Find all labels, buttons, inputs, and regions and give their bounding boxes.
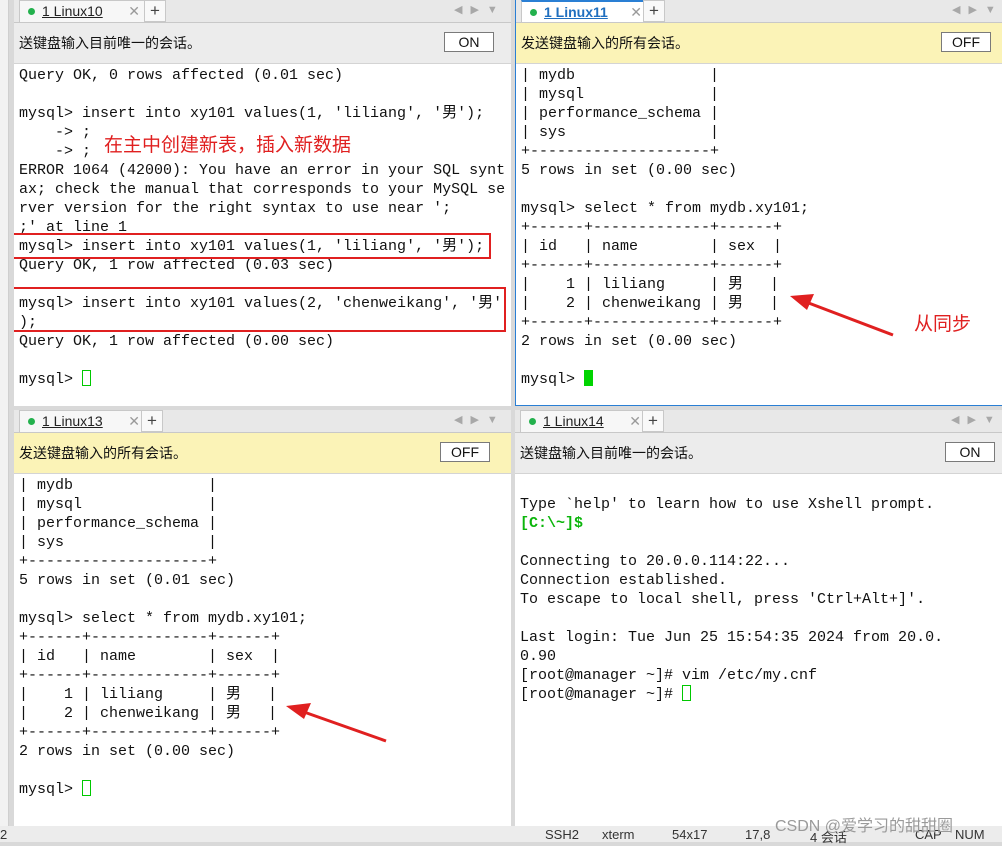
- annotation-create-table-note: 在主中创建新表，插入新数据: [104, 135, 352, 156]
- annotation-arrow-icon: [286, 703, 387, 743]
- terminal-line: rver version for the right syntax to use…: [19, 200, 452, 217]
- broadcast-toggle-button[interactable]: ON: [945, 442, 995, 462]
- tab-linux10[interactable]: 1 Linux10 ✕: [19, 0, 147, 22]
- terminal-line: Connection established.: [520, 572, 728, 589]
- left-sidebar-edge: [0, 0, 9, 826]
- terminal-pane-linux14[interactable]: 1 Linux14 ✕ + ◀▶▼ 送键盘输入目前唯一的会话。 ON Type …: [515, 410, 1002, 826]
- close-tab-icon[interactable]: ✕: [128, 1, 140, 21]
- status-num-lock: NUM: [955, 827, 985, 842]
- tab-nav-arrows-icon[interactable]: ◀▶▼: [454, 3, 506, 16]
- terminal-line: Connecting to 20.0.0.114:22...: [520, 553, 791, 570]
- terminal-prompt-line: mysql>: [19, 370, 511, 389]
- connected-status-icon: [529, 418, 536, 425]
- terminal-line: Type `help' to learn how to use Xshell p…: [520, 496, 935, 513]
- terminal-line: Last login: Tue Jun 25 15:54:35 2024 fro…: [520, 629, 944, 646]
- terminal-line: ERROR 1064 (42000): You have an error in…: [19, 162, 506, 179]
- terminal-line: mysql> insert into xy101 values(1, 'lili…: [19, 105, 485, 122]
- terminal-output[interactable]: Type `help' to learn how to use Xshell p…: [520, 476, 1002, 826]
- add-tab-button[interactable]: +: [144, 0, 166, 22]
- status-terminal-type: xterm: [602, 827, 635, 842]
- broadcast-notice-bar: 送键盘输入目前唯一的会话。 ON: [515, 433, 1002, 474]
- terminal-prompt-line: [root@manager ~]#: [520, 685, 1002, 704]
- status-protocol: SSH2: [545, 827, 579, 842]
- annotation-arrow-icon: [790, 294, 894, 337]
- terminal-line: Query OK, 1 row affected (0.00 sec): [19, 333, 335, 350]
- close-tab-icon[interactable]: ✕: [629, 411, 641, 431]
- tab-linux14[interactable]: 1 Linux14 ✕: [520, 410, 648, 432]
- tab-label: 1 Linux10: [42, 3, 103, 19]
- terminal-pane-linux10[interactable]: 1 Linux10 ✕ + ◀▶▼ 送键盘输入目前唯一的会话。 ON Query…: [14, 0, 511, 406]
- tab-label: 1 Linux14: [543, 413, 604, 429]
- status-cursor-position: 17,8: [745, 827, 771, 842]
- prompt-text: [root@manager ~]#: [520, 686, 683, 703]
- prompt-text: mysql>: [19, 371, 83, 388]
- broadcast-notice-text: 送键盘输入目前唯一的会话。: [19, 35, 201, 51]
- tab-nav-arrows-icon[interactable]: ◀▶▼: [951, 413, 1002, 426]
- status-left-fragment: 2: [0, 827, 8, 842]
- tab-bar: 1 Linux14 ✕ + ◀▶▼: [515, 410, 1002, 433]
- highlight-box-insert-1: [14, 233, 491, 259]
- terminal-line: 0.90: [520, 648, 557, 665]
- terminal-cursor: [682, 685, 692, 701]
- connected-status-icon: [28, 8, 35, 15]
- broadcast-notice-bar: 送键盘输入目前唯一的会话。 ON: [14, 23, 511, 64]
- terminal-cursor: [82, 370, 92, 386]
- terminal-line: [root@manager ~]# vim /etc/my.cnf: [520, 667, 818, 684]
- add-tab-button[interactable]: +: [642, 410, 664, 432]
- terminal-line: ax; check the manual that corresponds to…: [19, 181, 506, 198]
- tab-bar: 1 Linux10 ✕ + ◀▶▼: [14, 0, 511, 23]
- terminal-pane-linux11[interactable]: 1 Linux11 ✕ + ◀▶▼ 发送键盘输入的所有会话。 OFF | myd…: [515, 0, 1002, 406]
- annotation-sync-note: 从同步: [914, 314, 972, 335]
- local-shell-prompt: [C:\~]$: [520, 515, 584, 532]
- terminal-line: Query OK, 0 rows affected (0.01 sec): [19, 67, 344, 84]
- highlight-box-insert-2: [14, 287, 506, 332]
- status-terminal-size: 54x17: [672, 827, 708, 842]
- terminal-pane-linux13[interactable]: 1 Linux13 ✕ + ◀▶▼ 发送键盘输入的所有会话。 OFF | myd…: [14, 410, 511, 826]
- terminal-line: To escape to local shell, press 'Ctrl+Al…: [520, 591, 926, 608]
- broadcast-toggle-button[interactable]: ON: [444, 32, 494, 52]
- watermark: CSDN @爱学习的甜甜圈: [775, 818, 954, 835]
- broadcast-notice-text: 送键盘输入目前唯一的会话。: [520, 445, 702, 461]
